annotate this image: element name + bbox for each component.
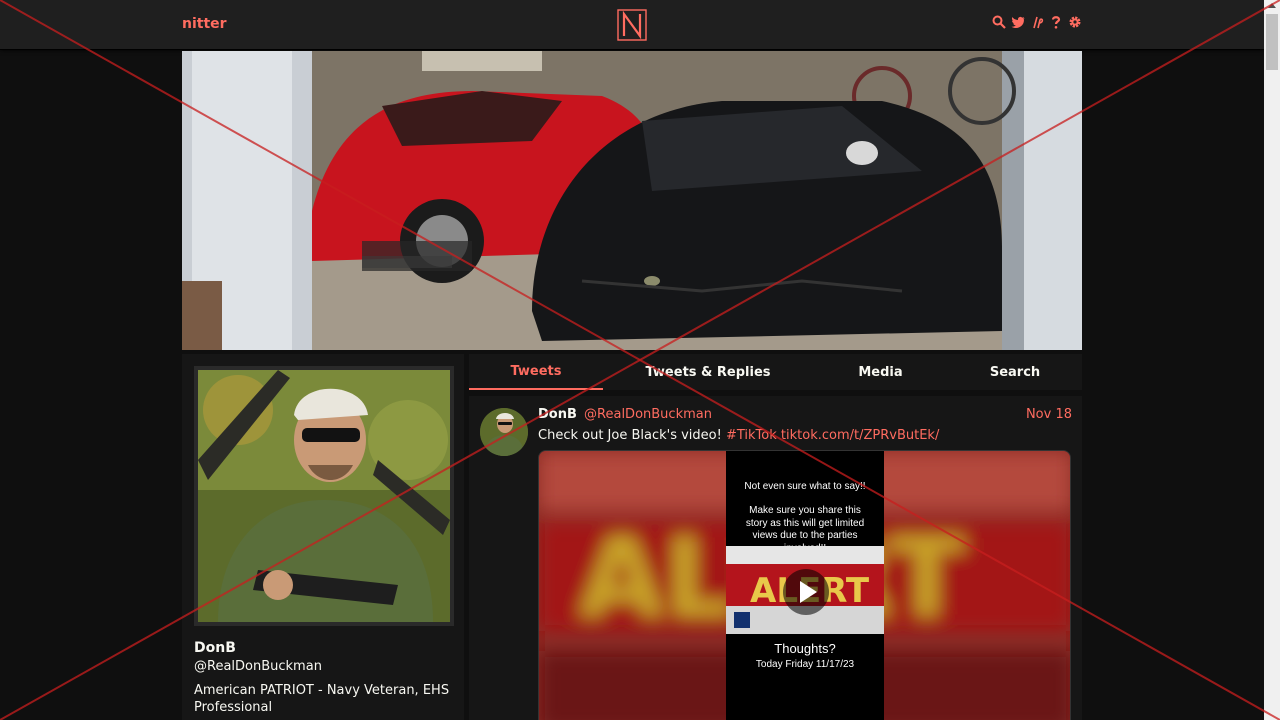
- profile-card: DonB @RealDonBuckman American PATRIOT - …: [182, 354, 464, 720]
- rss-icon[interactable]: [1030, 15, 1044, 29]
- tweet-body: Check out Joe Black's video!: [538, 428, 722, 443]
- tweet-media-card[interactable]: ALERT Not even sure what to say!! Make s…: [538, 450, 1071, 720]
- tab-tweets-replies[interactable]: Tweets & Replies: [603, 354, 813, 390]
- nitter-logo-icon[interactable]: [617, 9, 647, 41]
- gear-icon[interactable]: [1068, 15, 1082, 29]
- tab-media[interactable]: Media: [813, 354, 948, 390]
- scroll-up-arrow-icon[interactable]: [1268, 3, 1276, 8]
- video-panel[interactable]: Not even sure what to say!! Make sure yo…: [726, 451, 884, 720]
- tab-tweets[interactable]: Tweets: [469, 354, 603, 390]
- video-date-text: Today Friday 11/17/23: [755, 659, 855, 670]
- video-thoughts-text: Thoughts?: [774, 641, 836, 656]
- tweet-header: DonB @RealDonBuckman Nov 18: [538, 407, 1072, 425]
- tweet-author-username[interactable]: @RealDonBuckman: [584, 407, 712, 422]
- video-caption-1: Not even sure what to say!!: [744, 481, 866, 492]
- profile-tabs: Tweets Tweets & Replies Media Search: [469, 354, 1082, 390]
- banner-image: [182, 51, 1082, 350]
- tweet-date[interactable]: Nov 18: [1026, 407, 1072, 422]
- tweet-url-link[interactable]: tiktok.com/t/ZPRvButEk/: [781, 428, 939, 443]
- timeline: DonB @RealDonBuckman Nov 18 Check out Jo…: [469, 396, 1082, 720]
- tweet-author-name[interactable]: DonB: [538, 407, 577, 422]
- nav-icons: [992, 15, 1082, 29]
- tweet-avatar-image: [480, 408, 528, 456]
- tweet-hashtag-link[interactable]: #TikTok: [726, 428, 777, 443]
- profile-name[interactable]: DonB: [194, 640, 236, 656]
- brand-link[interactable]: nitter: [182, 16, 227, 32]
- tab-search[interactable]: Search: [948, 354, 1082, 390]
- profile-handle[interactable]: @RealDonBuckman: [194, 659, 322, 674]
- help-icon[interactable]: [1049, 15, 1063, 29]
- navbar: nitter: [0, 0, 1264, 50]
- tweet-text: Check out Joe Black's video! #TikTok tik…: [538, 428, 1072, 443]
- profile-banner[interactable]: [182, 51, 1082, 350]
- profile-avatar[interactable]: [194, 366, 454, 626]
- profile-avatar-image: [198, 370, 450, 622]
- play-button-icon[interactable]: [783, 569, 829, 615]
- profile-bio: American PATRIOT - Navy Veteran, EHS Pro…: [194, 683, 450, 715]
- scroll-thumb[interactable]: [1266, 14, 1278, 70]
- bird-icon[interactable]: [1011, 15, 1025, 29]
- scrollbar[interactable]: [1264, 0, 1280, 720]
- tweet-avatar[interactable]: [480, 408, 528, 456]
- search-icon[interactable]: [992, 15, 1006, 29]
